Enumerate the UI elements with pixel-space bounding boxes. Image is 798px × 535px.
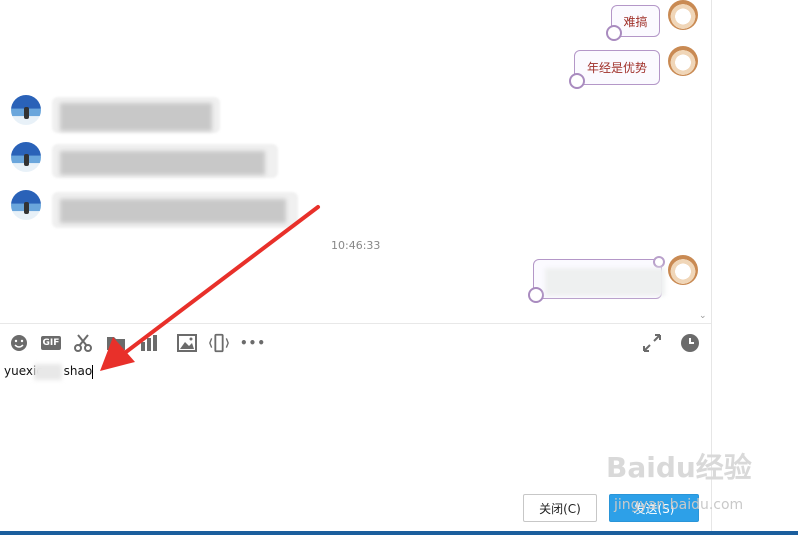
close-button[interactable]: 关闭(C) (523, 494, 597, 522)
baidu-watermark-url: jingyan.baidu.com (614, 497, 744, 513)
baidu-watermark: Baidu经验 (606, 451, 752, 484)
window-bottom-edge (0, 531, 798, 535)
